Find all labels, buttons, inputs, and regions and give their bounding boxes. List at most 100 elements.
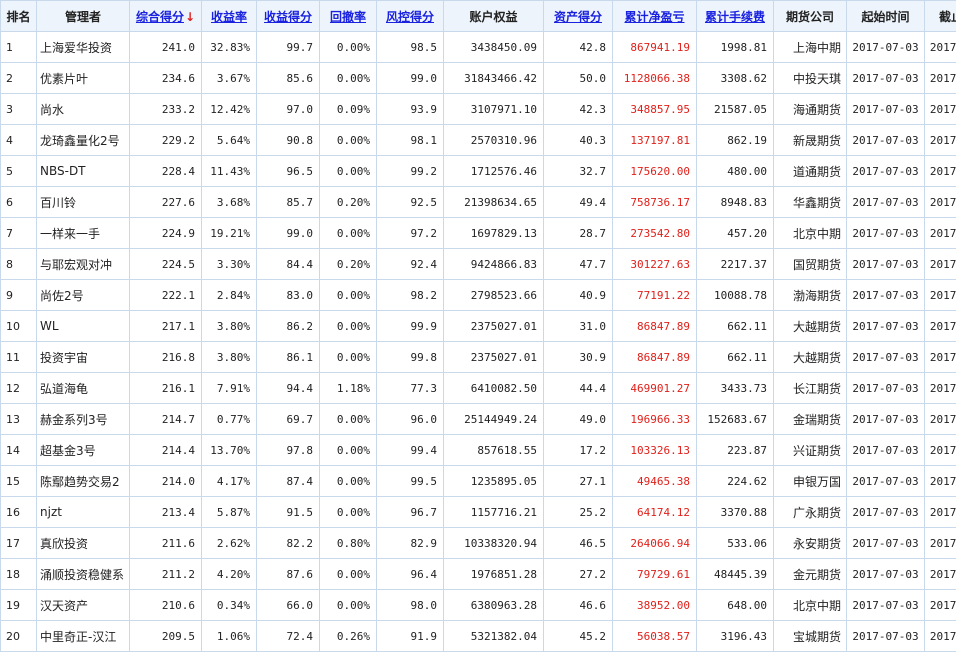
col-score[interactable]: 综合得分↓ [130,1,202,32]
cell-return-score: 85.7 [257,187,320,218]
table-row: 15陈鄢趋势交易2214.04.17%87.40.00%99.51235895.… [1,466,956,497]
col-net-pnl[interactable]: 累计净盈亏 [613,1,697,32]
table-row: 20中里奇正-汉江209.51.06%72.40.26%91.95321382.… [1,621,956,652]
cell-manager: njzt [37,497,130,528]
cell-start: 2017-07-03 [847,590,925,621]
col-risk-score[interactable]: 风控得分 [377,1,444,32]
cell-return-rate: 3.68% [202,187,257,218]
cell-score: 233.2 [130,94,202,125]
cell-asset-score: 47.7 [544,249,613,280]
cell-company: 海通期货 [774,94,847,125]
cell-net-pnl: 86847.89 [613,342,697,373]
cell-drawdown: 0.00% [320,280,377,311]
table-body: 1上海爱华投资241.032.83%99.70.00%98.53438450.0… [1,32,956,652]
cell-drawdown: 0.20% [320,249,377,280]
cell-start: 2017-07-03 [847,94,925,125]
cell-score: 234.6 [130,63,202,94]
cell-equity: 5321382.04 [444,621,544,652]
cell-manager: 尚佐2号 [37,280,130,311]
cell-return-rate: 7.91% [202,373,257,404]
cell-risk-score: 98.2 [377,280,444,311]
cell-rank: 5 [1,156,37,187]
cell-return-rate: 0.34% [202,590,257,621]
cell-net-pnl: 758736.17 [613,187,697,218]
cell-equity: 1235895.05 [444,466,544,497]
cell-rank: 15 [1,466,37,497]
cell-drawdown: 0.00% [320,311,377,342]
cell-company: 北京中期 [774,590,847,621]
cell-net-pnl: 867941.19 [613,32,697,63]
cell-equity: 6380963.28 [444,590,544,621]
cell-drawdown: 0.00% [320,590,377,621]
cell-score: 214.7 [130,404,202,435]
cell-return-rate: 3.30% [202,249,257,280]
col-fee[interactable]: 累计手续费 [697,1,774,32]
cell-asset-score: 50.0 [544,63,613,94]
cell-rank: 3 [1,94,37,125]
ranking-table: 排名 管理者 综合得分↓ 收益率 收益得分 回撤率 风控得分 账户权益 资产得分… [0,0,956,652]
cell-net-pnl: 348857.95 [613,94,697,125]
col-end: 截止时间 [925,1,956,32]
cell-fee: 648.00 [697,590,774,621]
cell-drawdown: 0.00% [320,125,377,156]
col-drawdown[interactable]: 回撤率 [320,1,377,32]
cell-score: 213.4 [130,497,202,528]
cell-risk-score: 92.4 [377,249,444,280]
table-row: 3尚水233.212.42%97.00.09%93.93107971.1042.… [1,94,956,125]
cell-drawdown: 0.80% [320,528,377,559]
cell-asset-score: 49.4 [544,187,613,218]
cell-return-rate: 19.21% [202,218,257,249]
cell-rank: 6 [1,187,37,218]
cell-company: 大越期货 [774,311,847,342]
cell-asset-score: 40.3 [544,125,613,156]
col-return-score[interactable]: 收益得分 [257,1,320,32]
cell-asset-score: 30.9 [544,342,613,373]
cell-return-rate: 4.20% [202,559,257,590]
cell-start: 2017-07-03 [847,404,925,435]
col-return-rate[interactable]: 收益率 [202,1,257,32]
cell-company: 北京中期 [774,218,847,249]
cell-asset-score: 40.9 [544,280,613,311]
table-row: 18涌顺投资稳健系211.24.20%87.60.00%96.41976851.… [1,559,956,590]
cell-return-rate: 2.62% [202,528,257,559]
cell-score: 216.8 [130,342,202,373]
cell-start: 2017-07-03 [847,342,925,373]
cell-manager: 百川铃 [37,187,130,218]
table-row: 1上海爱华投资241.032.83%99.70.00%98.53438450.0… [1,32,956,63]
cell-risk-score: 99.8 [377,342,444,373]
cell-end: 2017-07-06 [925,156,956,187]
cell-drawdown: 0.20% [320,187,377,218]
cell-manager: 陈鄢趋势交易2 [37,466,130,497]
cell-drawdown: 0.00% [320,466,377,497]
cell-end: 2017-07-06 [925,32,956,63]
sort-down-arrow-icon: ↓ [185,10,195,24]
cell-fee: 8948.83 [697,187,774,218]
cell-manager: 与耶宏观对冲 [37,249,130,280]
cell-equity: 2375027.01 [444,342,544,373]
cell-return-score: 97.8 [257,435,320,466]
cell-return-score: 69.7 [257,404,320,435]
cell-return-score: 97.0 [257,94,320,125]
cell-score: 214.0 [130,466,202,497]
cell-return-score: 82.2 [257,528,320,559]
cell-net-pnl: 264066.94 [613,528,697,559]
table-row: 4龙琦鑫量化2号229.25.64%90.80.00%98.12570310.9… [1,125,956,156]
cell-drawdown: 0.00% [320,435,377,466]
cell-asset-score: 42.3 [544,94,613,125]
cell-equity: 31843466.42 [444,63,544,94]
cell-end: 2017-07-07 [925,404,956,435]
cell-score: 227.6 [130,187,202,218]
cell-asset-score: 49.0 [544,404,613,435]
col-asset-score[interactable]: 资产得分 [544,1,613,32]
table-row: 5NBS-DT228.411.43%96.50.00%99.21712576.4… [1,156,956,187]
cell-company: 中投天琪 [774,63,847,94]
cell-score: 211.2 [130,559,202,590]
cell-start: 2017-07-03 [847,280,925,311]
cell-rank: 12 [1,373,37,404]
cell-end: 2017-07-06 [925,187,956,218]
cell-return-rate: 3.80% [202,311,257,342]
table-row: 6百川铃227.63.68%85.70.20%92.521398634.6549… [1,187,956,218]
cell-fee: 662.11 [697,342,774,373]
cell-risk-score: 99.5 [377,466,444,497]
cell-return-rate: 5.87% [202,497,257,528]
